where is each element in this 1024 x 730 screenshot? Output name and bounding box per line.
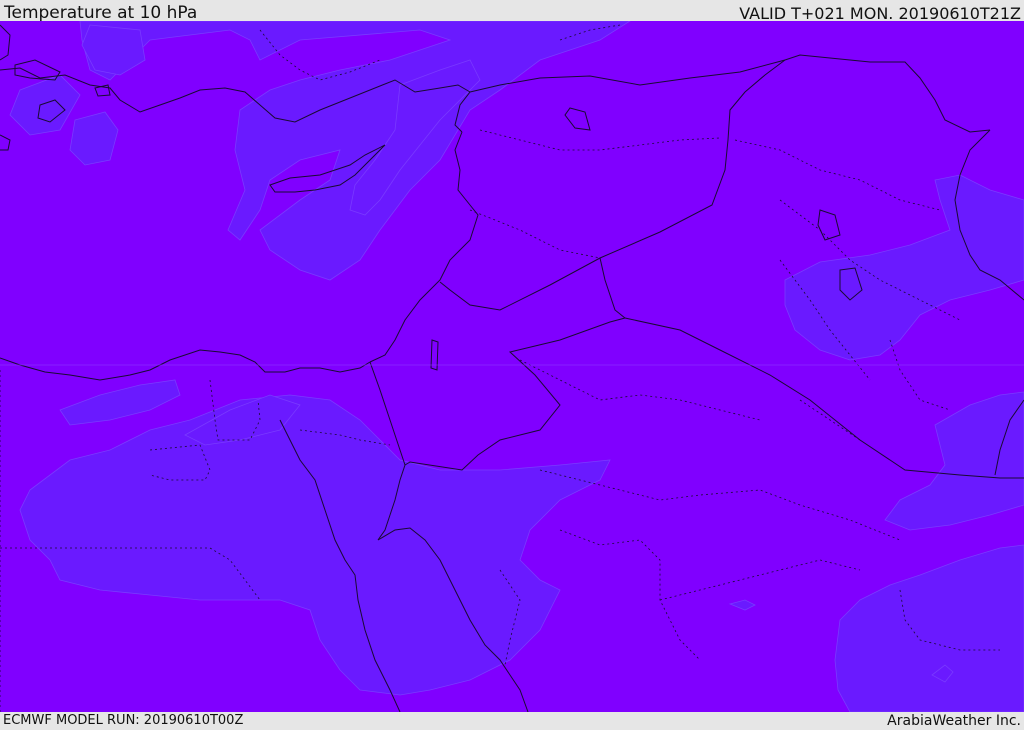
contour-west-blob bbox=[69, 111, 119, 166]
footer-bar: ECMWF MODEL RUN: 20190610T00Z ArabiaWeat… bbox=[0, 712, 1024, 729]
credit-label: ArabiaWeather Inc. bbox=[887, 713, 1021, 729]
model-run-label: ECMWF MODEL RUN: 20190610T00Z bbox=[3, 713, 244, 728]
map-panel[interactable] bbox=[0, 21, 1024, 712]
map-title: Temperature at 10 hPa bbox=[4, 3, 198, 23]
header-bar: Temperature at 10 hPa VALID T+021 MON. 2… bbox=[0, 0, 1024, 23]
map-svg bbox=[0, 21, 1024, 712]
